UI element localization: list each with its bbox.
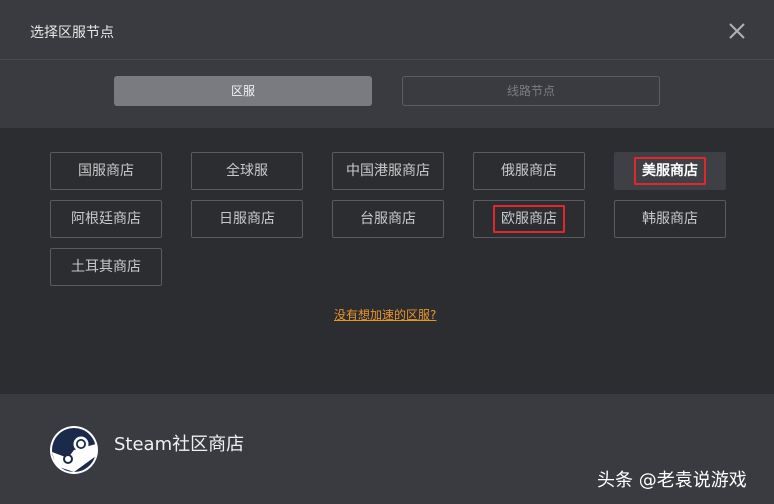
store-button-eu[interactable]: 欧服商店 xyxy=(473,200,585,238)
tab-route-node[interactable]: 线路节点 xyxy=(402,76,660,106)
store-button-tw[interactable]: 台服商店 xyxy=(332,200,444,238)
region-select-dialog: 选择区服节点 区服 线路节点 国服商店 全球服 中国港服商店 俄服商店 美服商店… xyxy=(0,0,774,504)
tab-region[interactable]: 区服 xyxy=(114,76,372,106)
store-button-tr[interactable]: 土耳其商店 xyxy=(50,248,162,286)
store-button-ru[interactable]: 俄服商店 xyxy=(473,152,585,190)
tab-bar: 区服 线路节点 xyxy=(0,60,774,128)
store-button-us[interactable]: 美服商店 xyxy=(614,152,726,190)
store-button-jp[interactable]: 日服商店 xyxy=(191,200,303,238)
region-panel: 国服商店 全球服 中国港服商店 俄服商店 美服商店 阿根廷商店 日服商店 台服商… xyxy=(0,128,774,394)
store-button-ar[interactable]: 阿根廷商店 xyxy=(50,200,162,238)
store-label-us: 美服商店 xyxy=(634,157,706,185)
dialog-title: 选择区服节点 xyxy=(30,25,114,41)
close-icon xyxy=(729,23,745,39)
store-button-cn[interactable]: 国服商店 xyxy=(50,152,162,190)
close-button[interactable] xyxy=(724,18,750,44)
steam-logo-icon xyxy=(50,426,98,474)
dialog-header: 选择区服节点 xyxy=(0,0,774,60)
steam-store-label: Steam社区商店 xyxy=(114,434,245,455)
store-button-kr[interactable]: 韩服商店 xyxy=(614,200,726,238)
footer: Steam社区商店 头条 @老袁说游戏 xyxy=(0,394,774,504)
missing-region-link[interactable]: 没有想加速的区服? xyxy=(334,306,436,323)
store-button-hk[interactable]: 中国港服商店 xyxy=(332,152,444,190)
store-label-eu: 欧服商店 xyxy=(493,205,565,233)
watermark-text: 头条 @老袁说游戏 xyxy=(597,470,747,491)
store-button-global[interactable]: 全球服 xyxy=(191,152,303,190)
